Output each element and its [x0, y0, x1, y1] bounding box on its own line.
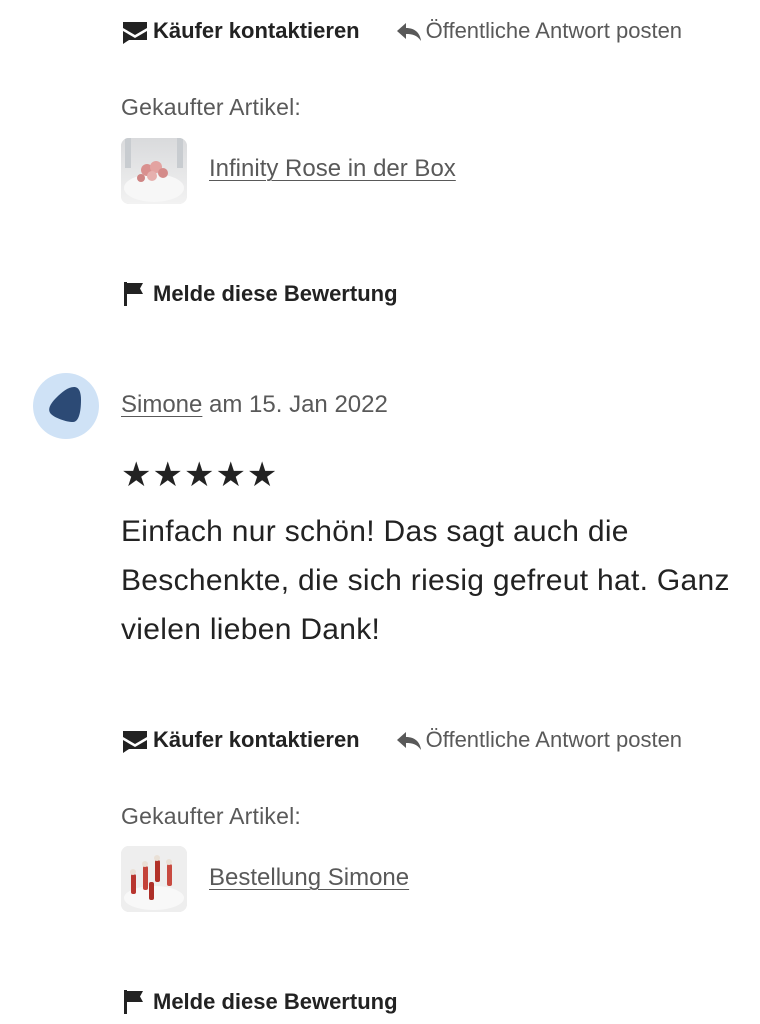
avatar-shape-icon	[46, 384, 86, 429]
contact-buyer-label: Käufer kontaktieren	[153, 18, 360, 44]
public-reply-button[interactable]: Öffentliche Antwort posten	[396, 727, 682, 753]
purchased-item-label: Gekaufter Artikel:	[121, 803, 302, 829]
item-thumbnail[interactable]	[121, 846, 187, 912]
mail-icon	[121, 727, 149, 754]
purchased-item-link[interactable]: Bestellung Simone	[209, 864, 409, 892]
report-review-button[interactable]: Melde diese Bewertung	[123, 988, 398, 1015]
reply-arrow-icon	[396, 727, 422, 753]
report-review-label: Melde diese Bewertung	[153, 280, 398, 306]
flag-icon	[123, 988, 145, 1015]
reviewer-line: Simone am 15. Jan 2022	[121, 391, 388, 419]
flag-icon	[123, 280, 145, 307]
contact-buyer-button[interactable]: Käufer kontaktieren	[121, 727, 360, 754]
report-review-button[interactable]: Melde diese Bewertung	[123, 280, 398, 307]
review-actions-bottom: Käufer kontaktieren Öffentliche Antwort …	[121, 727, 682, 754]
public-reply-label: Öffentliche Antwort posten	[425, 727, 683, 753]
purchased-item-link[interactable]: Infinity Rose in der Box	[209, 155, 456, 183]
review-date: am 15. Jan 2022	[209, 391, 388, 418]
review-actions-top: Käufer kontaktieren Öffentliche Antwort …	[121, 18, 682, 45]
reviewer-name-link[interactable]: Simone	[121, 391, 202, 418]
contact-buyer-button[interactable]: Käufer kontaktieren	[121, 18, 360, 45]
star-rating: ★★★★★	[121, 456, 279, 494]
mail-icon	[121, 18, 149, 45]
public-reply-label: Öffentliche Antwort posten	[425, 18, 683, 44]
contact-buyer-label: Käufer kontaktieren	[153, 727, 360, 753]
purchased-item-label: Gekaufter Artikel:	[121, 94, 302, 120]
report-review-label: Melde diese Bewertung	[153, 988, 398, 1014]
item-thumbnail[interactable]	[121, 138, 187, 204]
avatar[interactable]	[33, 373, 99, 439]
review-text: Einfach nur schön! Das sagt auch die Bes…	[121, 515, 730, 646]
public-reply-button[interactable]: Öffentliche Antwort posten	[396, 18, 682, 44]
reply-arrow-icon	[396, 18, 422, 44]
